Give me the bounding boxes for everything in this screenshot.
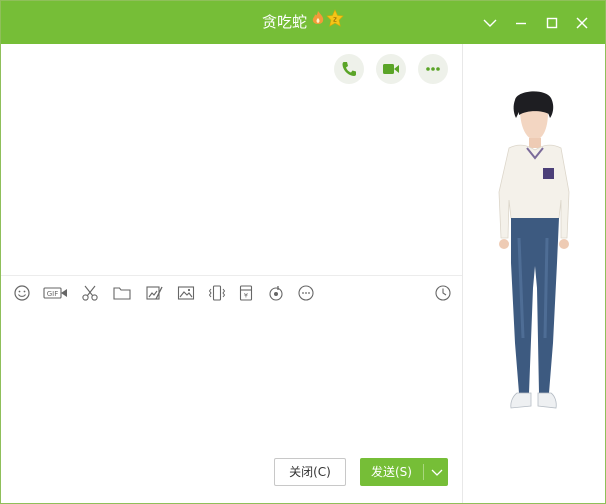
avatar-panel [463, 44, 605, 503]
window-title: 贪吃蛇 [261, 13, 307, 31]
send-options-button[interactable] [426, 458, 448, 486]
avatar-figure-image [498, 91, 570, 409]
chat-window: 贪吃蛇 z GIF ¥ 关闭(C) 发送(S) [0, 0, 606, 504]
more-icon [426, 67, 440, 71]
music-icon [269, 286, 283, 301]
phone-icon [342, 62, 356, 76]
screenshot-button[interactable] [79, 280, 101, 306]
more-circle-icon [298, 285, 314, 301]
close-button[interactable] [572, 13, 592, 33]
red-packet-button[interactable]: ¥ [235, 280, 257, 306]
send-split-divider [423, 464, 424, 480]
flame-badge-icon: z [312, 9, 344, 27]
more-actions-button[interactable] [418, 54, 448, 84]
gif-button[interactable]: GIF [42, 280, 68, 306]
minimize-icon [516, 22, 526, 25]
history-icon [435, 285, 451, 301]
emoji-icon [14, 285, 30, 301]
send-label: 发送(S) [371, 465, 412, 479]
message-input[interactable] [1, 310, 462, 452]
file-button[interactable] [111, 280, 133, 306]
shake-button[interactable] [206, 280, 228, 306]
emoji-button[interactable] [11, 280, 33, 306]
image-edit-icon [146, 286, 163, 300]
send-button[interactable]: 发送(S) [360, 458, 448, 486]
message-area[interactable] [1, 92, 462, 274]
input-divider [1, 275, 462, 276]
chevron-down-icon [431, 469, 443, 476]
svg-text:z: z [333, 16, 337, 24]
video-call-button[interactable] [376, 54, 406, 84]
input-toolbar: GIF ¥ [1, 280, 462, 306]
maximize-icon [546, 17, 558, 29]
folder-icon [113, 287, 131, 300]
video-call-icon [383, 64, 399, 74]
red-packet-icon: ¥ [239, 285, 253, 301]
music-button[interactable] [265, 280, 287, 306]
title-badges: z [310, 1, 344, 44]
chevron-down-icon [483, 19, 497, 27]
history-button[interactable] [432, 280, 454, 306]
image-button[interactable] [175, 280, 197, 306]
svg-text:GIF: GIF [47, 290, 59, 298]
close-icon [576, 17, 588, 29]
image-icon [177, 286, 195, 300]
image-edit-button[interactable] [143, 280, 165, 306]
scissors-icon [82, 285, 98, 301]
voice-call-button[interactable] [334, 54, 364, 84]
maximize-button[interactable] [542, 13, 562, 33]
close-chat-button[interactable]: 关闭(C) [274, 458, 346, 486]
more-tools-button[interactable] [295, 280, 317, 306]
shake-icon [208, 285, 226, 301]
dropdown-button[interactable] [480, 13, 500, 33]
gif-icon: GIF [43, 287, 67, 299]
title-bar[interactable]: 贪吃蛇 z [1, 1, 605, 44]
svg-text:¥: ¥ [244, 292, 248, 300]
minimize-button[interactable] [511, 13, 531, 33]
chat-panel: GIF ¥ 关闭(C) 发送(S) [1, 44, 462, 503]
